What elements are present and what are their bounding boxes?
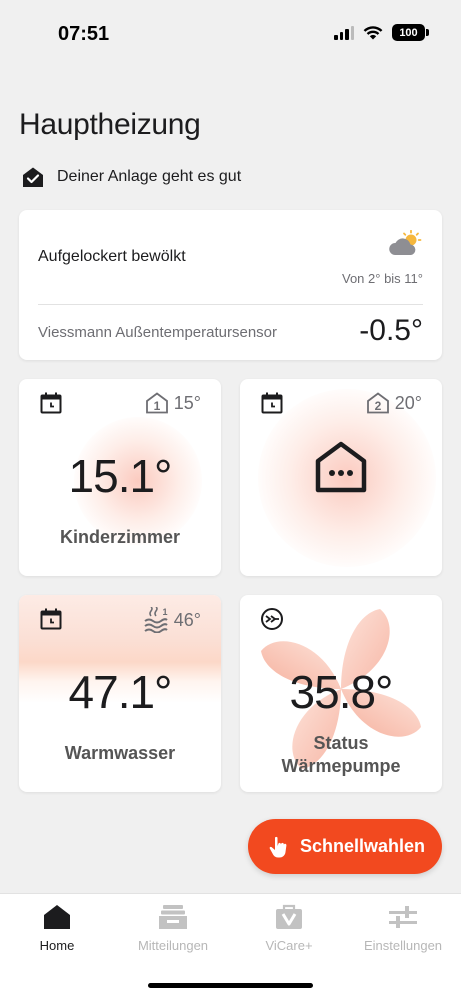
tile-label: Kinderzimmer (59, 527, 181, 547)
calendar-icon (261, 392, 283, 414)
system-status-text: Deiner Anlage geht es gut (57, 168, 242, 185)
room-tile-2[interactable]: 2 20° (240, 379, 442, 576)
tile-label: Warmwasser (64, 743, 176, 763)
partly-cloudy-icon (389, 230, 422, 255)
battery-indicator: 100 (392, 24, 429, 41)
status-icons: 100 (334, 24, 429, 41)
current-temperature: 35.8° (289, 666, 394, 718)
tab-label: Home (39, 938, 75, 953)
svg-text:1: 1 (153, 399, 160, 413)
system-status[interactable]: Deiner Anlage geht es gut (22, 166, 241, 188)
page-title: Hauptheizung (19, 108, 201, 141)
tab-vicare-plus[interactable]: ViCare+ (234, 904, 344, 953)
tab-label: ViCare+ (265, 938, 313, 953)
weather-temperature-range: Von 2° bis 11° (342, 271, 423, 286)
tab-label: Mitteilungen (137, 938, 209, 953)
inbox-icon (159, 905, 187, 929)
heat-pump-status-tile[interactable]: 35.8° Status Wärmepumpe (240, 595, 442, 792)
wifi-icon (363, 26, 383, 40)
outdoor-temperature: -0.5° (359, 314, 423, 347)
current-temperature: 15.1° (68, 450, 173, 502)
setpoint-group: 1 15° (145, 391, 201, 415)
cellular-signal-icon (334, 25, 354, 40)
tile-label-line1: Status (313, 733, 369, 753)
weather-condition: Aufgelockert bewölkt (38, 248, 186, 265)
tab-notifications[interactable]: Mitteilungen (118, 904, 228, 953)
sliders-icon (389, 906, 417, 928)
setpoint-group: 2 20° (366, 391, 422, 415)
outdoor-sensor-name: Viessmann Außentemperatursensor (38, 324, 278, 341)
hot-water-tile[interactable]: 1 46° 47.1° Warmwasser (19, 595, 221, 792)
calendar-icon (40, 392, 62, 414)
setpoint-temperature: 46° (173, 609, 201, 630)
heating-circuit-1-icon: 1 (145, 392, 168, 414)
house-more-icon (315, 441, 367, 493)
svg-text:2: 2 (374, 399, 381, 413)
heat-pump-icon (261, 608, 283, 630)
status-time: 07:51 (58, 23, 110, 45)
weather-card[interactable]: Aufgelockert bewölkt Von 2° bis 11° Vies… (19, 210, 442, 360)
hand-pointer-icon (269, 836, 287, 857)
tab-settings[interactable]: Einstellungen (348, 904, 458, 953)
bag-v-icon (276, 904, 302, 929)
room-tile-kinderzimmer[interactable]: 1 15° 15.1° Kinderzimmer (19, 379, 221, 576)
tile-label: Status Wärmepumpe (240, 732, 442, 778)
setpoint-group: 1 46° (143, 607, 201, 633)
divider (38, 304, 423, 305)
heating-circuit-2-icon: 2 (366, 392, 389, 414)
home-icon (44, 905, 70, 929)
calendar-icon (40, 608, 62, 630)
home-indicator (148, 983, 313, 988)
tab-home[interactable]: Home (2, 904, 112, 953)
status-bar: 07:51 100 (0, 0, 461, 60)
house-check-icon (23, 167, 43, 187)
current-temperature: 47.1° (68, 666, 173, 718)
hot-water-1-icon: 1 (144, 607, 168, 633)
quick-actions-label: Schnellwahlen (300, 836, 426, 856)
svg-text:1: 1 (162, 607, 167, 617)
tile-label-line2: Wärmepumpe (281, 756, 401, 776)
setpoint-temperature: 20° (394, 392, 422, 413)
tab-label: Einstellungen (363, 938, 443, 953)
quick-actions-button[interactable]: Schnellwahlen (248, 819, 442, 874)
setpoint-temperature: 15° (173, 392, 201, 413)
